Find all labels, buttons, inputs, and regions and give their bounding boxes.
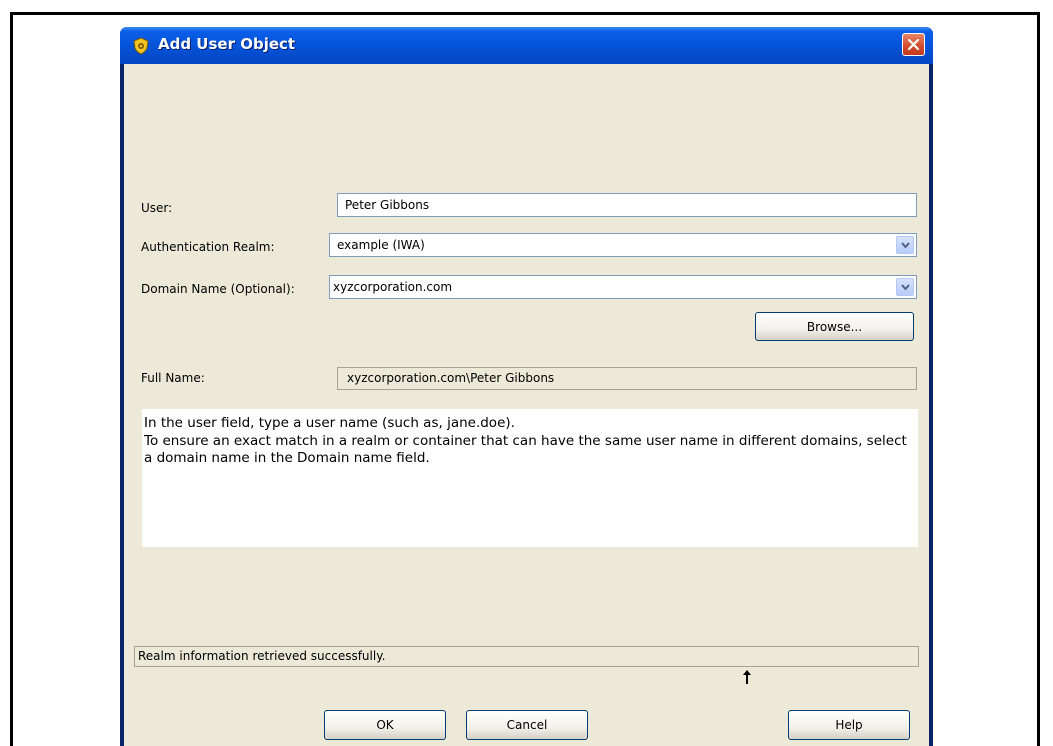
- domain-name-label: Domain Name (Optional):: [141, 282, 295, 296]
- cancel-button[interactable]: Cancel: [466, 710, 588, 740]
- cursor-arrow-icon: [743, 670, 751, 684]
- dialog-window: Add User Object User: Peter Gibbons Auth…: [120, 27, 933, 746]
- authentication-realm-value: example (IWA): [337, 238, 425, 252]
- help-text-box: In the user field, type a user name (suc…: [142, 409, 918, 547]
- dialog-title: Add User Object: [158, 35, 296, 53]
- browse-button[interactable]: Browse...: [755, 312, 914, 341]
- ok-button[interactable]: OK: [324, 710, 446, 740]
- full-name-value: xyzcorporation.com\Peter Gibbons: [337, 367, 917, 390]
- dialog-client-area: User: Peter Gibbons Authentication Realm…: [124, 64, 929, 746]
- title-bar[interactable]: Add User Object: [120, 27, 933, 64]
- shield-gear-icon: [132, 37, 150, 55]
- user-label: User:: [141, 201, 173, 215]
- full-name-label: Full Name:: [141, 371, 205, 385]
- authentication-realm-label: Authentication Realm:: [141, 240, 275, 254]
- domain-name-select[interactable]: xyzcorporation.com: [329, 275, 917, 299]
- close-icon: [908, 39, 919, 50]
- domain-name-value: xyzcorporation.com: [333, 280, 453, 294]
- status-bar: Realm information retrieved successfully…: [134, 646, 919, 667]
- chevron-down-icon[interactable]: [896, 236, 914, 254]
- user-input[interactable]: Peter Gibbons: [337, 193, 917, 217]
- close-button[interactable]: [902, 33, 925, 56]
- help-button[interactable]: Help: [788, 710, 910, 740]
- chevron-down-icon[interactable]: [896, 278, 914, 296]
- authentication-realm-select[interactable]: example (IWA): [329, 233, 917, 257]
